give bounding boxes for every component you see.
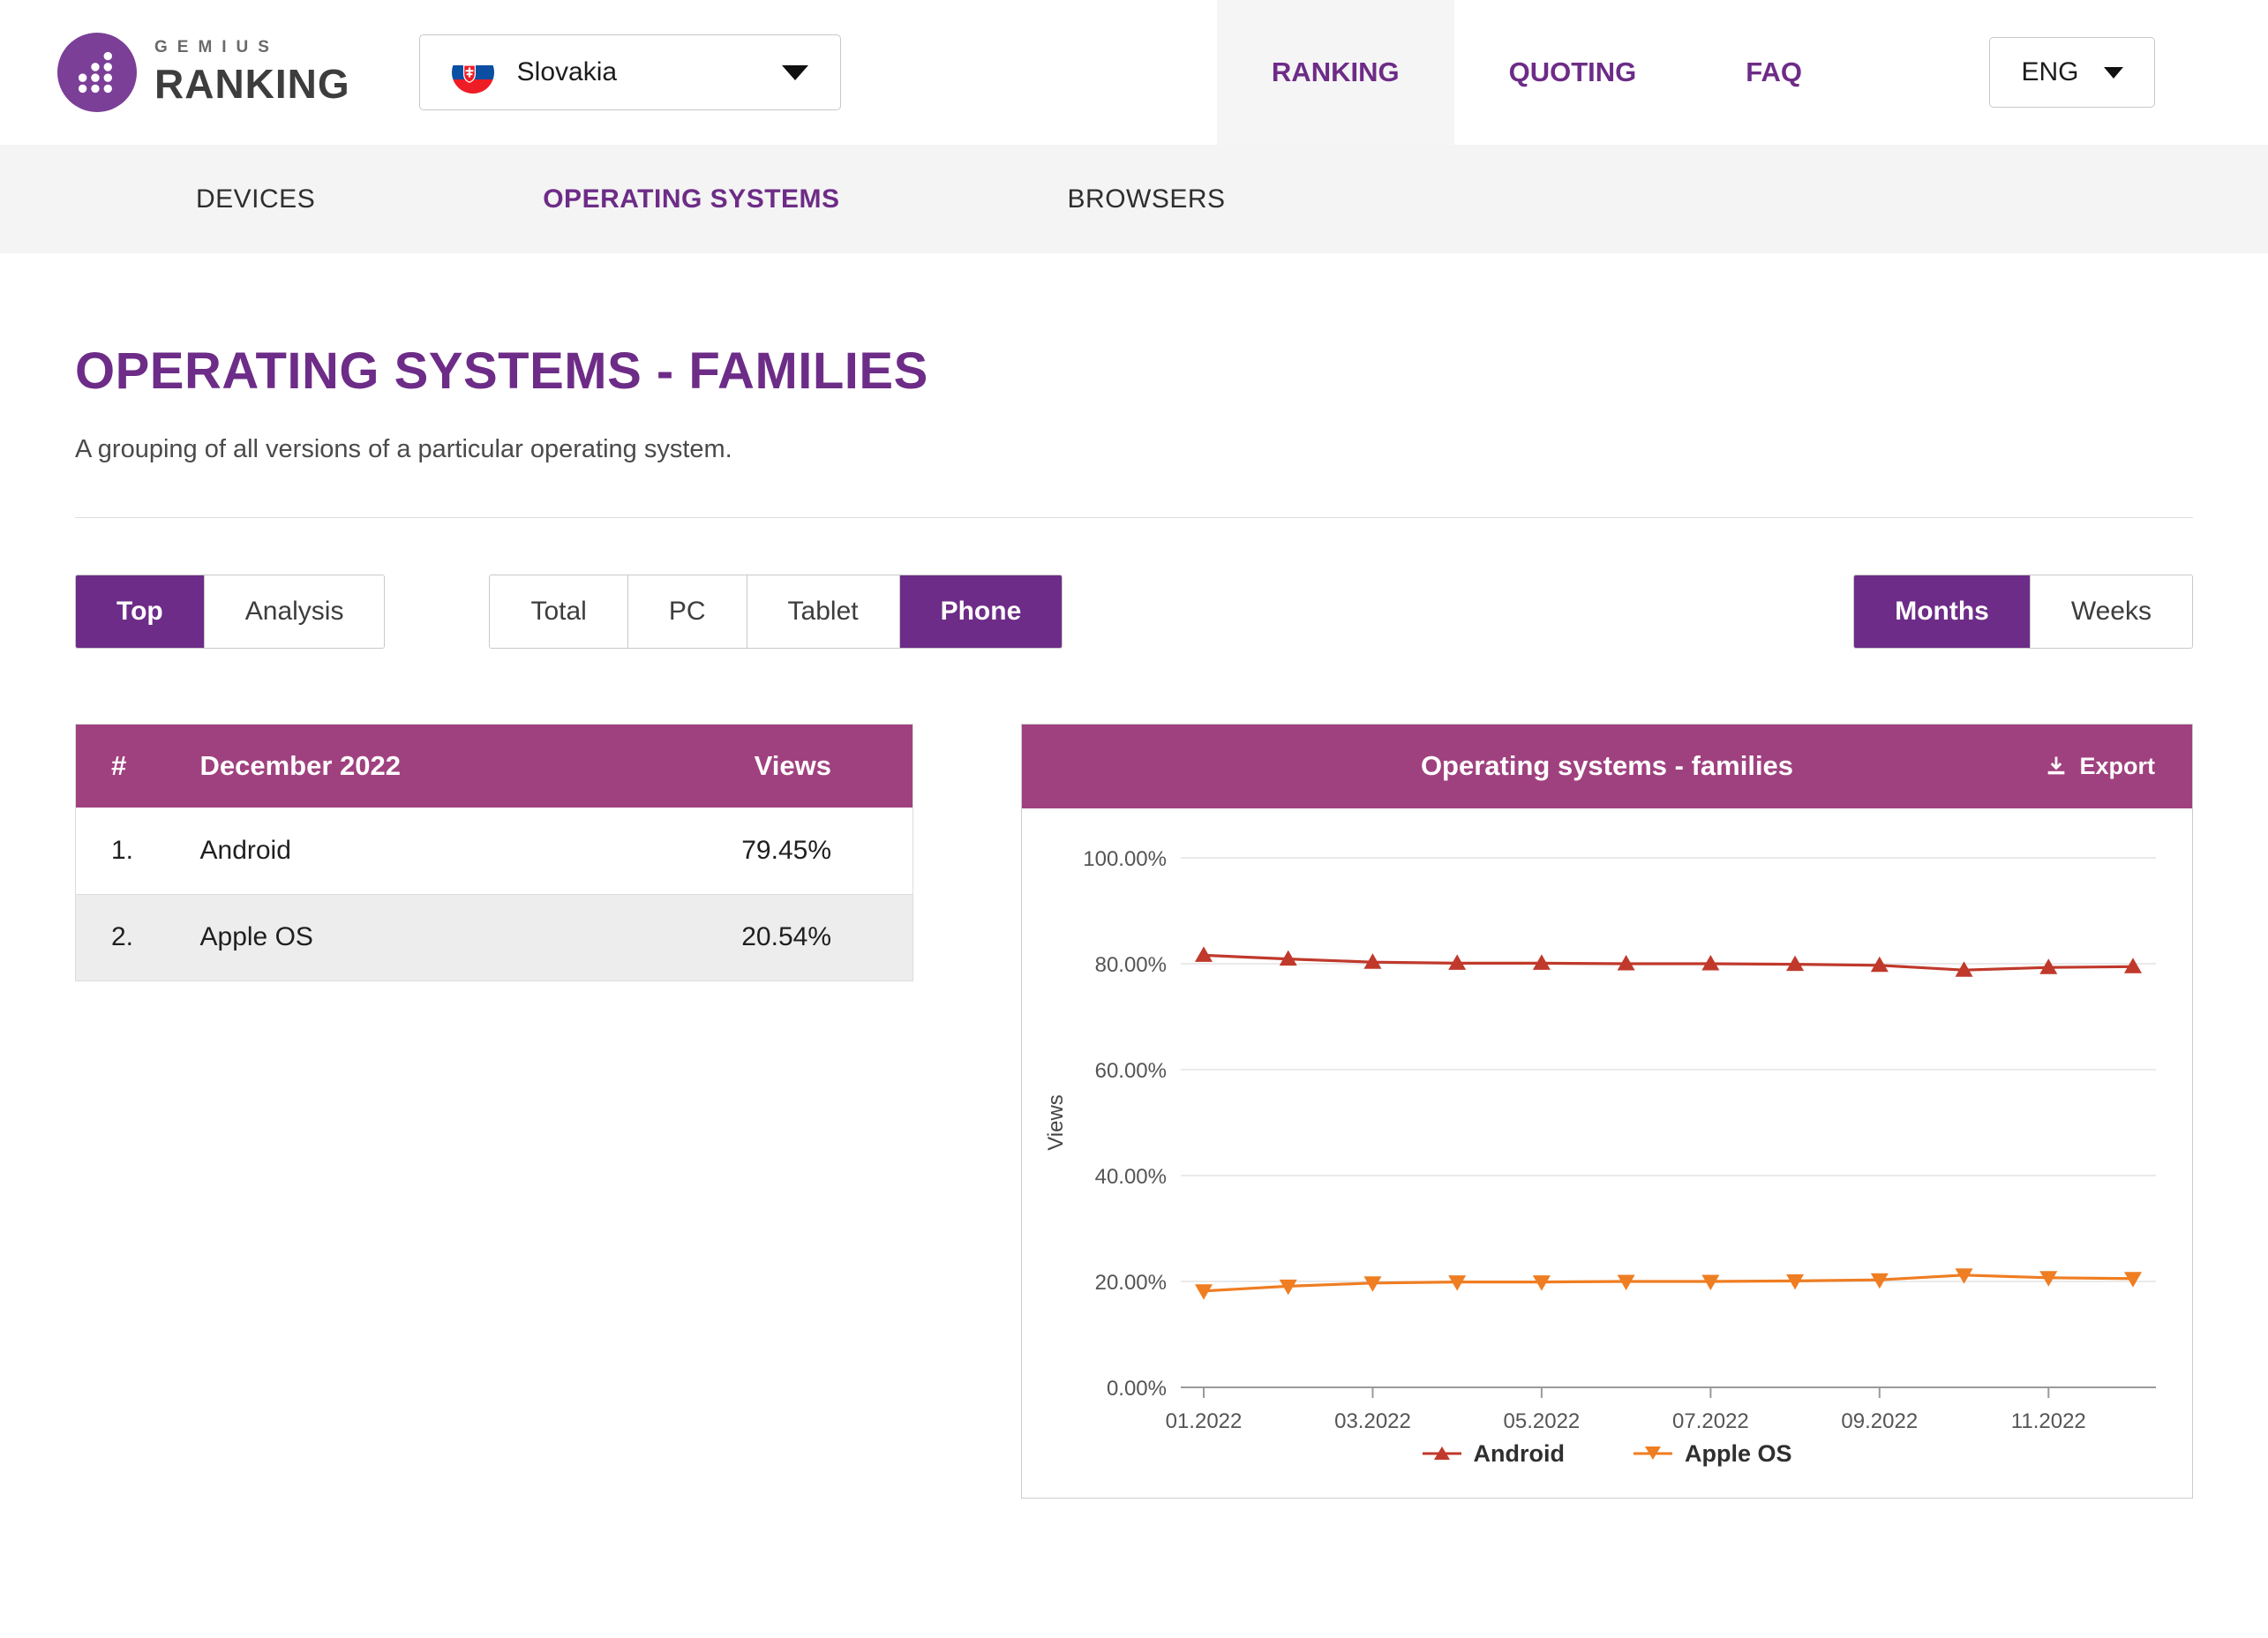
legend-marker-icon [1633, 1443, 1672, 1464]
chevron-down-icon [2104, 67, 2123, 79]
table-body: 1.Android79.45%2.Apple OS20.54% [76, 808, 913, 981]
nav-item-faq[interactable]: FAQ [1691, 0, 1857, 145]
page-title: OPERATING SYSTEMS - FAMILIES [75, 342, 2193, 401]
chart-legend: Android Apple OS [1022, 1437, 2192, 1498]
divider [75, 517, 2193, 518]
content-columns: # December 2022 Views 1.Android79.45%2.A… [75, 724, 2193, 1499]
svg-text:100.00%: 100.00% [1083, 847, 1167, 871]
gemius-logo-icon [57, 33, 137, 112]
toggle-phone[interactable]: Phone [899, 575, 1063, 648]
table-row: 1.Android79.45% [76, 808, 913, 894]
header-month: December 2022 [199, 724, 649, 808]
main-content: OPERATING SYSTEMS - FAMILIES A grouping … [0, 342, 2268, 1499]
svg-text:80.00%: 80.00% [1095, 953, 1167, 977]
svg-text:Views: Views [1044, 1094, 1068, 1151]
os-ranking-table: # December 2022 Views 1.Android79.45%2.A… [75, 724, 913, 981]
download-icon [2044, 754, 2069, 778]
language-selected-value: ENG [2021, 57, 2078, 87]
toggle-months[interactable]: Months [1854, 575, 2030, 648]
country-selected-value: Slovakia [517, 57, 759, 87]
nav-item-quoting[interactable]: QUOTING [1454, 0, 1692, 145]
chevron-down-icon [782, 65, 808, 80]
svg-text:01.2022: 01.2022 [1166, 1409, 1243, 1433]
subnav-item-devices[interactable]: DEVICES [196, 184, 315, 214]
chart-header: Operating systems - families Export [1022, 725, 2192, 808]
page-subtitle: A grouping of all versions of a particul… [75, 435, 2193, 464]
subnav-item-browsers[interactable]: BROWSERS [1068, 184, 1226, 214]
country-selector[interactable]: Slovakia [419, 34, 841, 110]
main-nav: RANKINGQUOTINGFAQ [1217, 0, 1857, 145]
toggle-total[interactable]: Total [490, 575, 627, 648]
svg-text:0.00%: 0.00% [1107, 1377, 1167, 1401]
svg-text:60.00%: 60.00% [1095, 1059, 1167, 1083]
table-header: # December 2022 Views [76, 724, 913, 808]
cell-views: 79.45% [649, 808, 913, 894]
toggle-tablet[interactable]: Tablet [747, 575, 899, 648]
chart-title: Operating systems - families [1022, 750, 2192, 782]
cell-name: Android [199, 808, 649, 894]
device-toggle-group: TotalPCTabletPhone [489, 575, 1063, 649]
export-button[interactable]: Export [2044, 753, 2155, 780]
cell-views: 20.54% [649, 894, 913, 981]
brand-bottom-label: RANKING [154, 60, 350, 108]
toggle-weeks[interactable]: Weeks [2030, 575, 2192, 648]
table-row: 2.Apple OS20.54% [76, 894, 913, 981]
svg-text:09.2022: 09.2022 [1841, 1409, 1918, 1433]
legend-item-android[interactable]: Android [1423, 1440, 1565, 1468]
subnav: DEVICES OPERATING SYSTEMS BROWSERS [0, 145, 2268, 253]
svg-text:05.2022: 05.2022 [1504, 1409, 1581, 1433]
period-toggle-group: MonthsWeeks [1853, 575, 2193, 649]
gemius-ranking-logo[interactable]: GEMIUS RANKING [57, 33, 350, 112]
toggle-analysis[interactable]: Analysis [204, 575, 385, 648]
toggle-pc[interactable]: PC [627, 575, 747, 648]
header-views: Views [649, 724, 913, 808]
export-label: Export [2079, 753, 2155, 780]
cell-rank: 1. [76, 808, 199, 894]
header: GEMIUS RANKING Slovakia RANKINGQUOTINGFA… [0, 0, 2268, 145]
legend-label: Apple OS [1685, 1440, 1792, 1468]
cell-name: Apple OS [199, 894, 649, 981]
view-toggle-group: TopAnalysis [75, 575, 385, 649]
svg-text:07.2022: 07.2022 [1672, 1409, 1749, 1433]
cell-rank: 2. [76, 894, 199, 981]
nav-item-ranking[interactable]: RANKING [1217, 0, 1454, 145]
svg-text:11.2022: 11.2022 [2011, 1409, 2086, 1433]
legend-item-apple-os[interactable]: Apple OS [1633, 1440, 1792, 1468]
brand-text: GEMIUS RANKING [154, 38, 350, 108]
toggle-top[interactable]: Top [76, 575, 204, 648]
chart-card: Operating systems - families Export 0.00… [1021, 724, 2193, 1499]
legend-marker-icon [1423, 1443, 1461, 1464]
header-rank: # [76, 724, 199, 808]
slovakia-flag-icon [452, 51, 494, 94]
svg-text:40.00%: 40.00% [1095, 1165, 1167, 1189]
svg-text:03.2022: 03.2022 [1334, 1409, 1411, 1433]
brand-top-label: GEMIUS [154, 38, 350, 57]
legend-label: Android [1474, 1440, 1565, 1468]
controls-row: TopAnalysis TotalPCTabletPhone MonthsWee… [75, 575, 2193, 649]
subnav-item-operating-systems[interactable]: OPERATING SYSTEMS [543, 184, 839, 214]
svg-text:20.00%: 20.00% [1095, 1271, 1167, 1295]
line-chart: 0.00% 20.00% 40.00% 60.00% 80.00% 100.00% 01.2… [1022, 808, 2192, 1437]
language-selector[interactable]: ENG [1989, 37, 2155, 108]
